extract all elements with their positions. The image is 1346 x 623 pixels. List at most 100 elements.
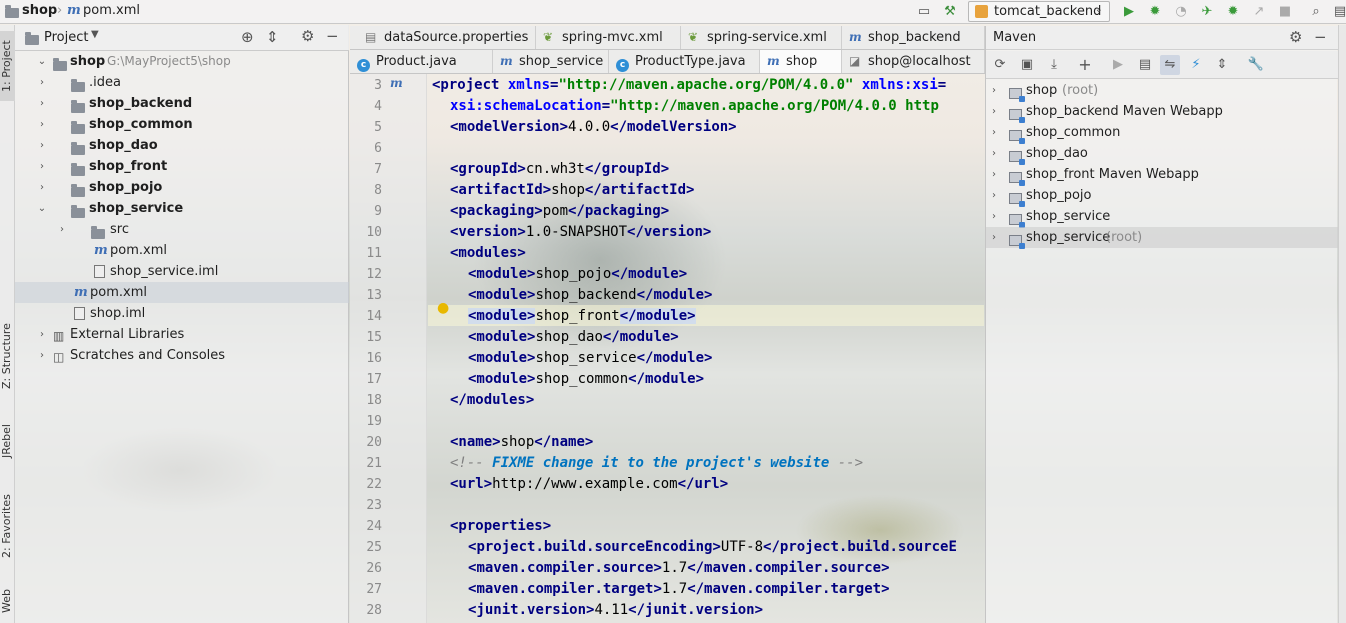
chevron-right-icon[interactable]: › [989, 227, 999, 248]
debug-icon[interactable]: ✹ [1145, 2, 1165, 22]
wrench-icon[interactable]: 🔧 [1246, 55, 1266, 75]
code-line[interactable]: <project xmlns = "http://maven.apache.org/… [432, 75, 946, 96]
jrebel-debug-icon[interactable]: ✹ [1223, 2, 1243, 22]
tree-row-shop-service[interactable]: ⌄ shop_service [15, 198, 349, 219]
run-icon[interactable]: ▶ [1119, 2, 1139, 22]
run-configuration-select[interactable]: tomcat_backend ⌄ [968, 1, 1110, 22]
tree-row-shop-pojo[interactable]: › shop_pojo [15, 177, 349, 198]
chevron-down-icon[interactable]: ⌄ [37, 51, 47, 72]
collapse-all-icon[interactable]: ⇕ [266, 28, 279, 46]
coverage-icon[interactable]: ◔ [1171, 2, 1191, 22]
code-line[interactable]: <properties> [450, 516, 551, 537]
tree-row-src[interactable]: › src [15, 219, 349, 240]
code-line[interactable]: <maven.compiler.source>1.7</maven.compil… [468, 558, 890, 579]
search-everywhere-icon[interactable]: ⌕ [1306, 2, 1326, 22]
run-icon[interactable]: ▶ [1108, 55, 1128, 75]
tab-spring-service[interactable]: ❦ spring-service.xml [681, 26, 842, 49]
tree-row-external-libraries[interactable]: › ▥ External Libraries [15, 324, 349, 345]
code-line[interactable]: <modules> [450, 243, 526, 264]
tab-product-java[interactable]: c Product.java [350, 50, 493, 73]
toggle-offline-icon[interactable]: ⇋ [1160, 55, 1180, 75]
maven-project-item[interactable]: › shop_pojo [986, 185, 1338, 207]
tab-project[interactable]: 1: Project [0, 31, 15, 101]
maven-project-item[interactable]: › shop_dao [986, 143, 1338, 165]
chevron-right-icon[interactable]: › [989, 122, 999, 143]
tab-datasource-properties[interactable]: ▤ dataSource.properties [358, 26, 536, 49]
download-icon[interactable]: ⤓ [1044, 55, 1064, 75]
tab-shop-localhost[interactable]: ◪ shop@localhost [842, 50, 985, 73]
code-line[interactable]: <module>shop_pojo</module> [468, 264, 687, 285]
tab-shop-active[interactable]: m shop [760, 50, 842, 73]
code-line[interactable]: <project.build.sourceEncoding>UTF-8</pro… [468, 537, 957, 558]
code-line[interactable]: <packaging>pom</packaging> [450, 201, 669, 222]
collapse-all-icon[interactable]: ⇕ [1212, 55, 1232, 75]
code-line[interactable]: <module>shop_service</module> [468, 348, 712, 369]
chevron-right-icon[interactable]: › [37, 135, 47, 156]
maven-project-item[interactable]: › shop (root) [986, 80, 1338, 102]
build-window-icon[interactable]: ▭ [914, 2, 934, 22]
maven-project-item[interactable]: › shop_backend Maven Webapp [986, 101, 1338, 123]
code-line[interactable]: <groupId>cn.wh3t</groupId> [450, 159, 669, 180]
tree-row-service-pom[interactable]: m pom.xml [15, 240, 349, 261]
breadcrumb-project[interactable]: shop [22, 3, 57, 18]
tab-shop-service[interactable]: m shop_service [493, 50, 609, 73]
skip-tests-icon[interactable]: ⚡ [1186, 55, 1206, 75]
maven-project-item[interactable]: › shop_service [986, 206, 1338, 228]
tree-row-shop[interactable]: ⌄ shop G:\MayProject5\shop [15, 51, 349, 72]
hide-icon[interactable]: − [1314, 28, 1327, 46]
chevron-right-icon[interactable]: › [37, 156, 47, 177]
code-line[interactable]: <module>shop_dao</module> [468, 327, 679, 348]
gear-icon[interactable]: ⚙ [1289, 28, 1302, 46]
code-line[interactable]: xsi:schemaLocation="http://maven.apache.… [450, 96, 939, 117]
code-line[interactable]: <module>shop_backend</module> [468, 285, 712, 306]
chevron-right-icon[interactable]: › [989, 80, 999, 101]
maven-project-item[interactable]: › shop_common [986, 122, 1338, 144]
code-line[interactable]: <maven.compiler.target>1.7</maven.compil… [468, 579, 890, 600]
code-line[interactable]: <url>http://www.example.com</url> [450, 474, 728, 495]
tree-row-shop-common[interactable]: › shop_common [15, 114, 349, 135]
code-line[interactable]: </modules> [450, 390, 534, 411]
chevron-right-icon[interactable]: › [989, 185, 999, 206]
tab-producttype-java[interactable]: c ProductType.java [609, 50, 760, 73]
chevron-down-icon[interactable]: ▼ [91, 29, 99, 40]
tree-row-shop-front[interactable]: › shop_front [15, 156, 349, 177]
update-icon[interactable]: ↗ [1249, 2, 1269, 22]
tab-spring-mvc[interactable]: ❦ spring-mvc.xml [536, 26, 681, 49]
code-line[interactable]: <junit.version>4.11</junit.version> [468, 600, 763, 621]
maven-project-item[interactable]: › shop_front Maven Webapp [986, 164, 1338, 186]
add-icon[interactable]: + [1075, 55, 1095, 75]
locate-icon[interactable]: ⊕ [241, 28, 254, 46]
tree-row-idea[interactable]: › .idea [15, 72, 349, 93]
hide-icon[interactable]: − [326, 27, 339, 45]
stop-icon[interactable]: ■ [1275, 2, 1295, 22]
tree-row-shop-iml[interactable]: shop.iml [15, 303, 349, 324]
tab-web[interactable]: Web [0, 581, 15, 621]
tab-structure[interactable]: Z: Structure [0, 315, 15, 397]
code-line[interactable]: <name>shop</name> [450, 432, 593, 453]
code-line[interactable]: <artifactId>shop</artifactId> [450, 180, 694, 201]
vcs-icon[interactable]: ▤ [1330, 2, 1346, 22]
hammer-icon[interactable]: ⚒ [940, 2, 960, 22]
tab-favorites[interactable]: 2: Favorites [0, 485, 15, 567]
tree-row-shop-backend[interactable]: › shop_backend [15, 93, 349, 114]
code-line-comment[interactable]: <!-- FIXME change it to the project's we… [450, 453, 863, 474]
jrebel-run-icon[interactable]: ✈ [1197, 2, 1217, 22]
chevron-right-icon[interactable]: › [37, 93, 47, 114]
tab-shop-backend[interactable]: m shop_backend [842, 26, 985, 49]
code-line-current[interactable]: <module>shop_front</module> [468, 306, 696, 327]
chevron-right-icon[interactable]: › [989, 143, 999, 164]
code-line[interactable]: <version>1.0-SNAPSHOT</version> [450, 222, 711, 243]
tree-row-service-iml[interactable]: shop_service.iml [15, 261, 349, 282]
maven-gutter-icon[interactable]: m [390, 76, 403, 90]
chevron-down-icon[interactable]: ⌄ [37, 198, 47, 219]
chevron-right-icon[interactable]: › [37, 72, 47, 93]
chevron-right-icon[interactable]: › [37, 345, 47, 366]
chevron-right-icon[interactable]: › [37, 177, 47, 198]
gear-icon[interactable]: ⚙ [301, 27, 314, 45]
code-line[interactable]: <modelVersion>4.0.0</modelVersion> [450, 117, 737, 138]
execute-goal-icon[interactable]: ▤ [1135, 55, 1155, 75]
project-panel-title[interactable]: Project [44, 30, 88, 45]
breadcrumb-file[interactable]: pom.xml [83, 3, 140, 18]
tree-row-shop-dao[interactable]: › shop_dao [15, 135, 349, 156]
chevron-right-icon[interactable]: › [989, 101, 999, 122]
